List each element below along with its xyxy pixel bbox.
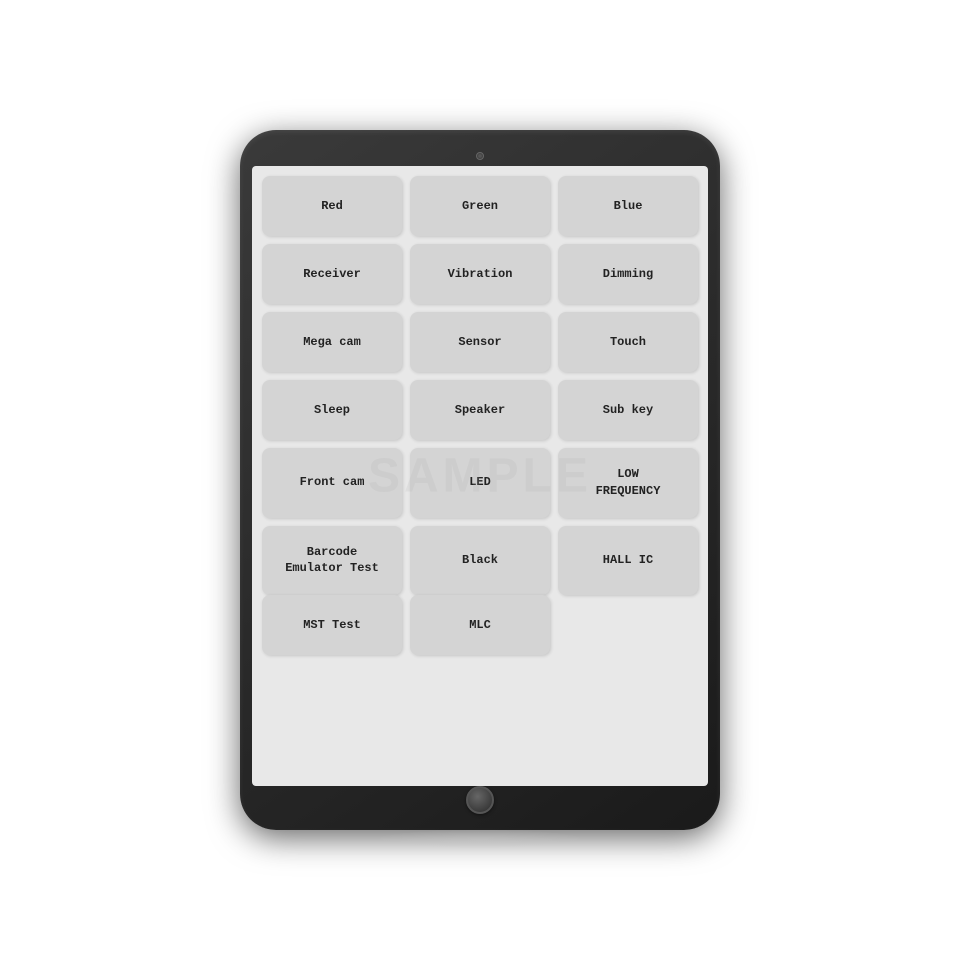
btn-low-frequency[interactable]: LOW FREQUENCY xyxy=(558,448,698,518)
camera-icon xyxy=(476,152,484,160)
home-button[interactable] xyxy=(466,786,494,814)
btn-dimming[interactable]: Dimming xyxy=(558,244,698,304)
tablet-screen: SAMPLE RedGreenBlueReceiverVibrationDimm… xyxy=(252,166,708,786)
button-grid-last-row: MST TestMLC xyxy=(262,595,698,655)
btn-black[interactable]: Black xyxy=(410,526,550,596)
btn-barcode[interactable]: Barcode Emulator Test xyxy=(262,526,402,596)
btn-blue[interactable]: Blue xyxy=(558,176,698,236)
btn-red[interactable]: Red xyxy=(262,176,402,236)
btn-front-cam[interactable]: Front cam xyxy=(262,448,402,518)
btn-sleep[interactable]: Sleep xyxy=(262,380,402,440)
btn-speaker[interactable]: Speaker xyxy=(410,380,550,440)
btn-led[interactable]: LED xyxy=(410,448,550,518)
btn-touch[interactable]: Touch xyxy=(558,312,698,372)
tablet-device: SAMPLE RedGreenBlueReceiverVibrationDimm… xyxy=(240,130,720,830)
btn-hall-ic[interactable]: HALL IC xyxy=(558,526,698,596)
btn-mega-cam[interactable]: Mega cam xyxy=(262,312,402,372)
btn-sub-key[interactable]: Sub key xyxy=(558,380,698,440)
btn-mst-test[interactable]: MST Test xyxy=(262,595,402,655)
tablet-top-bar xyxy=(252,146,708,166)
tablet-bottom-bar xyxy=(252,786,708,814)
btn-mlc[interactable]: MLC xyxy=(410,595,550,655)
btn-sensor[interactable]: Sensor xyxy=(410,312,550,372)
button-grid-main: RedGreenBlue ReceiverVibrationDimming Mega… xyxy=(262,176,698,595)
btn-green[interactable]: Green xyxy=(410,176,550,236)
btn-vibration[interactable]: Vibration xyxy=(410,244,550,304)
btn-receiver[interactable]: Receiver xyxy=(262,244,402,304)
